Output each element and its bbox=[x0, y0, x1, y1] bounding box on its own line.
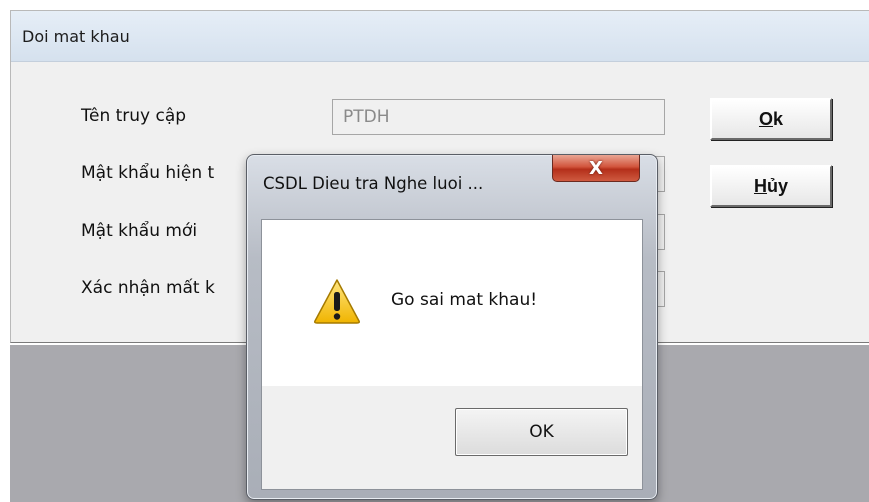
ok-button-mnemonic: O bbox=[758, 108, 773, 129]
username-field[interactable]: PTDH bbox=[332, 99, 665, 135]
message-box-title: CSDL Dieu tra Nghe luoi ... bbox=[263, 174, 484, 193]
cancel-button-label: ủy bbox=[766, 175, 788, 196]
close-x-icon: X bbox=[589, 157, 603, 179]
message-text: Go sai mat khau! bbox=[391, 290, 538, 310]
confirm-password-label: Xác nhận mất k bbox=[81, 278, 215, 298]
cancel-button-mnemonic: H bbox=[753, 175, 767, 196]
warning-icon bbox=[314, 279, 360, 324]
message-content-area: Go sai mat khau! bbox=[262, 220, 642, 386]
new-password-label: Mật khẩu mới bbox=[81, 221, 198, 241]
message-box: CSDL Dieu tra Nghe luoi ... X Go sai mat… bbox=[246, 154, 658, 500]
message-ok-button[interactable]: OK bbox=[455, 408, 628, 456]
current-password-label: Mật khẩu hiện t bbox=[81, 163, 215, 183]
ok-button-label: k bbox=[773, 108, 784, 129]
ok-button[interactable]: Ok bbox=[710, 98, 832, 140]
message-box-body: Go sai mat khau! OK bbox=[261, 219, 643, 490]
username-label: Tên truy cập bbox=[81, 106, 187, 126]
change-password-titlebar[interactable]: Doi mat khau bbox=[11, 11, 869, 62]
cancel-button[interactable]: Hủy bbox=[710, 165, 832, 207]
close-button[interactable]: X bbox=[552, 155, 640, 182]
change-password-title: Doi mat khau bbox=[22, 27, 130, 46]
